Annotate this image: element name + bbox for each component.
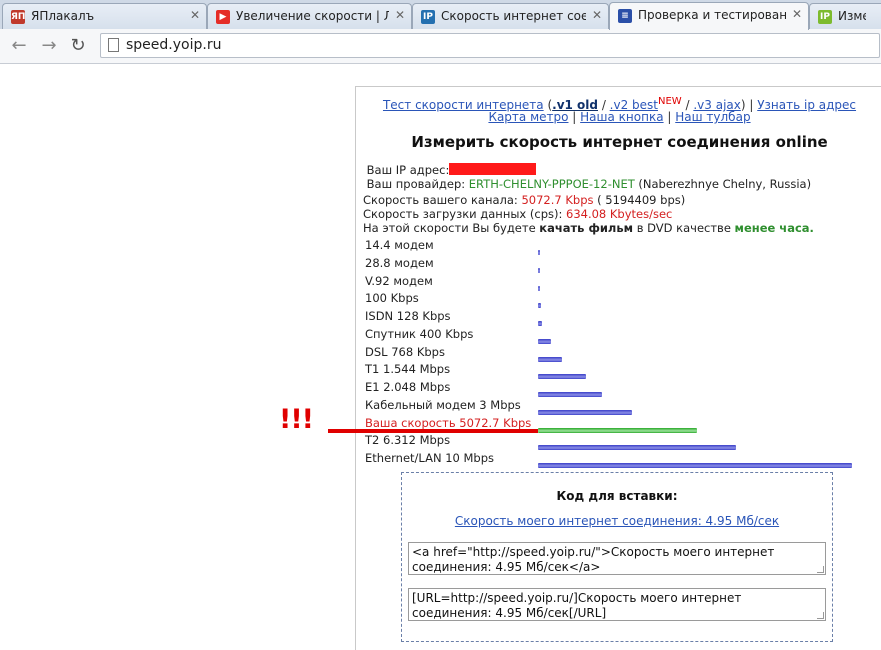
reload-icon[interactable]: ↻ [67, 35, 89, 56]
speed-label: 28.8 модем [365, 255, 434, 270]
speed-bar [538, 392, 603, 397]
channel-speed-row: Скорость вашего канала: 5072.7 Kbps ( 51… [363, 193, 685, 207]
bb-code-text: [URL=http://speed.yoip.ru/]Скорость моег… [412, 591, 742, 620]
speed-label: V.92 модем [365, 273, 433, 288]
tab-check-testing[interactable]: ≡ Проверка и тестировани ✕ [609, 2, 809, 30]
close-icon[interactable]: ✕ [792, 7, 802, 21]
note-text-2: качать фильм [539, 221, 634, 235]
tab-strip: ЯП ЯПлакалъ ✕ ▶ Увеличение скорости | Л … [0, 0, 881, 30]
speed-icon: ≡ [618, 9, 632, 23]
speed-label: T2 6.312 Mbps [365, 433, 451, 448]
ip-row: Ваш IP адрес: [363, 163, 537, 177]
speed-bar [538, 285, 540, 291]
tab-title: Проверка и тестировани [638, 8, 786, 22]
tab-yaplakal[interactable]: ЯП ЯПлакалъ ✕ [2, 3, 207, 29]
tab-title: Увеличение скорости | Л [236, 9, 389, 23]
yaplakal-icon: ЯП [11, 10, 26, 24]
speed-label: Спутник 400 Kbps [365, 326, 474, 341]
download-speed-row: Скорость загрузки данных (cps): 634.08 K… [363, 207, 672, 221]
channel-speed: 5072.7 Kbps [521, 193, 594, 207]
address-bar[interactable]: speed.yoip.ru [100, 33, 880, 58]
speed-bar [538, 321, 543, 326]
speed-label: T1 1.544 Mbps [365, 362, 451, 377]
note-text-3: в DVD качестве [636, 221, 731, 235]
tab-internet-speed[interactable]: IP Скорость интернет соед ✕ [412, 3, 609, 29]
speed-label: 100 Kbps [365, 291, 419, 306]
html-code-textarea[interactable]: <a href="http://speed.yoip.ru/">Скорость… [408, 542, 826, 575]
speed-bar [538, 338, 551, 344]
back-arrow-icon[interactable]: ← [8, 35, 30, 56]
ip-green-icon: IP [818, 10, 832, 24]
download-label: Скорость загрузки данных (cps): [363, 207, 563, 221]
provider-location: (Naberezhnye Chelny, Russia) [638, 177, 812, 191]
annotation-exclamation: !!! [279, 404, 314, 435]
close-icon[interactable]: ✕ [190, 8, 200, 22]
embed-preview-link[interactable]: Скорость моего интернет соединения: 4.95… [401, 514, 833, 528]
provider-label: Ваш провайдер: [366, 177, 466, 191]
provider-row: Ваш провайдер: ERTH-CHELNY-PPPOE-12-NET … [363, 177, 811, 191]
note-text-1: На этой скорости Вы будете [363, 221, 536, 235]
ip-label: Ваш IP адрес: [366, 163, 450, 177]
tab-title: ЯПлакалъ [31, 9, 95, 23]
speed-bar [538, 409, 633, 415]
note-text-4: менее часа. [734, 221, 814, 235]
channel-label: Скорость вашего канала: [363, 193, 518, 207]
speed-bar [538, 356, 563, 362]
tab-measure[interactable]: IP Измер [809, 3, 881, 29]
embed-title: Код для вставки: [556, 489, 678, 503]
speed-bar [538, 267, 540, 273]
nav-links-row-2: Карта метро | Наша кнопка | Наш тулбар [488, 110, 751, 124]
speed-bar [538, 463, 852, 468]
speed-label: 14.4 модем [365, 238, 434, 252]
page-icon [108, 38, 119, 52]
ip-redacted-block [449, 163, 537, 175]
tab-title: Скорость интернет соед [441, 9, 586, 23]
new-badge: NEW [658, 96, 682, 107]
speed-bar [538, 303, 542, 309]
speed-label: Кабельный модем 3 Mbps [365, 397, 521, 412]
download-speed: 634.08 Kbytes/sec [566, 207, 673, 221]
resize-grip-icon[interactable] [817, 612, 824, 619]
close-icon[interactable]: ✕ [592, 8, 602, 22]
our-toolbar-link[interactable]: Наш тулбар [675, 110, 750, 124]
forward-arrow-icon[interactable]: → [38, 35, 60, 56]
our-button-link[interactable]: Наша кнопка [580, 110, 663, 124]
speed-label: DSL 768 Kbps [365, 344, 445, 359]
annotation-underline [328, 429, 538, 433]
bb-code-textarea[interactable]: [URL=http://speed.yoip.ru/]Скорость моег… [408, 588, 826, 621]
browser-toolbar: ← → ↻ speed.yoip.ru [0, 29, 881, 64]
speed-label: ISDN 128 Kbps [365, 309, 451, 323]
html-code-text: <a href="http://speed.yoip.ru/">Скорость… [412, 545, 775, 574]
ip-icon: IP [421, 10, 435, 24]
speed-bar [538, 374, 587, 380]
close-icon[interactable]: ✕ [395, 8, 405, 22]
youtube-icon: ▶ [216, 10, 230, 24]
your-speed-label: Ваша скорость 5072.7 Kbps [365, 415, 532, 430]
speed-bar [538, 250, 540, 255]
resize-grip-icon[interactable] [817, 566, 824, 573]
speed-label: E1 2.048 Mbps [365, 380, 451, 394]
url-text: speed.yoip.ru [126, 37, 222, 53]
metro-map-link[interactable]: Карта метро [488, 110, 568, 124]
tab-speed-increase[interactable]: ▶ Увеличение скорости | Л ✕ [207, 3, 412, 29]
channel-bps: ( 5194409 bps) [597, 193, 686, 207]
page-title: Измерить скорость интернет соединения on… [411, 133, 828, 151]
speed-bar [538, 445, 737, 451]
speed-label: Ethernet/LAN 10 Mbps [365, 451, 495, 465]
note-row: На этой скорости Вы будете качать фильм … [363, 221, 814, 235]
provider-name: ERTH-CHELNY-PPPOE-12-NET [468, 177, 635, 191]
tab-title: Измер [838, 9, 866, 23]
your-speed-bar [538, 427, 698, 433]
